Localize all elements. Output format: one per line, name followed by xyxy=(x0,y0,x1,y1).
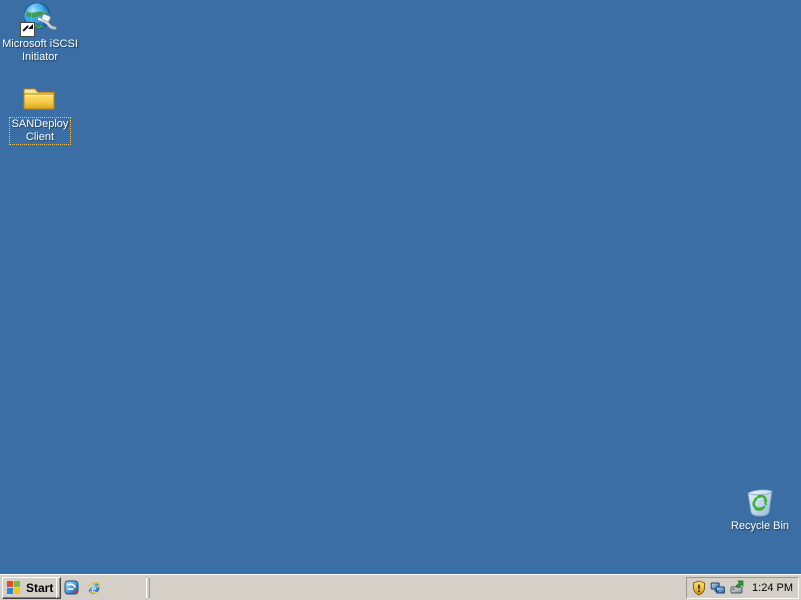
taskbar[interactable]: Start e 1:24 PM xyxy=(0,574,801,600)
system-tray[interactable]: 1:24 PM xyxy=(686,577,799,599)
desktop-surface[interactable]: Microsoft iSCSI Initiator SANDeploy Clie… xyxy=(0,0,801,574)
desktop-icon-recycle-bin[interactable]: Recycle Bin xyxy=(720,484,800,533)
globe-network-shortcut-icon xyxy=(0,2,80,38)
network-icon[interactable] xyxy=(710,580,726,596)
shield-warning-icon[interactable] xyxy=(691,580,707,596)
folder-icon xyxy=(0,82,80,118)
svg-text:e: e xyxy=(92,585,96,595)
windows-flag-icon xyxy=(7,581,22,595)
safely-remove-hardware-icon[interactable] xyxy=(729,580,745,596)
start-button-label: Start xyxy=(26,581,54,595)
desktop-icon-label: Recycle Bin xyxy=(730,520,790,532)
shortcut-arrow-icon xyxy=(20,22,35,37)
task-area-grip[interactable] xyxy=(146,578,150,598)
taskbar-clock[interactable]: 1:24 PM xyxy=(752,582,793,594)
desktop-icon-sandeploy-client[interactable]: SANDeploy Client xyxy=(0,82,80,145)
quick-launch-grip[interactable] xyxy=(56,578,60,598)
desktop-icon-label: SANDeploy Client xyxy=(8,117,72,145)
start-button[interactable]: Start xyxy=(2,577,62,599)
task-button-area[interactable] xyxy=(152,577,679,599)
internet-explorer-icon[interactable]: e xyxy=(86,580,102,596)
desktop-icon-microsoft-iscsi-initiator[interactable]: Microsoft iSCSI Initiator xyxy=(0,2,80,64)
quick-launch-bar[interactable]: e xyxy=(64,578,102,598)
desktop-icon-label: Microsoft iSCSI Initiator xyxy=(2,38,78,63)
show-desktop-icon[interactable] xyxy=(64,580,80,596)
recycle-bin-icon xyxy=(720,484,800,520)
